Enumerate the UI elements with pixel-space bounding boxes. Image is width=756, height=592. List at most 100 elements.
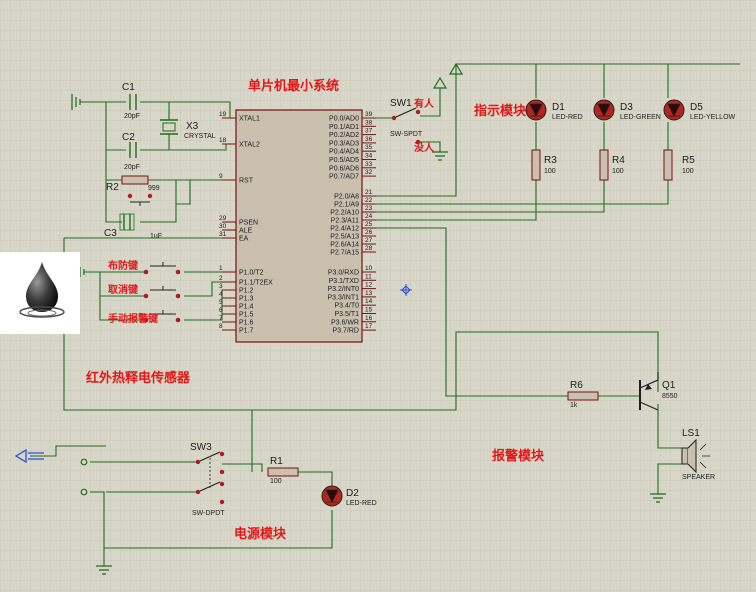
ls1-value: SPEAKER — [682, 474, 715, 481]
mcu-pin-number: 27 — [365, 237, 373, 244]
mcu-pin-name: P3.4/T0 — [334, 303, 359, 310]
mcu-pin-name: P0.5/AD5 — [329, 157, 359, 164]
mcu-pin-name: XTAL1 — [239, 116, 260, 123]
mcu-pin-number: 19 — [219, 111, 227, 118]
arm-button-label: 布防键 — [108, 259, 139, 272]
x3-ref: X3 — [186, 121, 199, 132]
mcu-pin-name: P0.2/AD2 — [329, 132, 359, 139]
mcu-pin-number: 23 — [365, 205, 373, 212]
mcu-pin-name: P2.5/A13 — [330, 234, 359, 241]
mcu-pin-name: P1.4 — [239, 304, 254, 311]
sw1-label-off: 没人 — [414, 141, 435, 154]
mcu-pin-name: XTAL2 — [239, 142, 260, 149]
mcu-pin-number: 9 — [219, 173, 223, 180]
mcu-pin-name: PSEN — [239, 220, 258, 227]
r5-ref: R5 — [682, 155, 695, 166]
mcu-pin-name: P1.7 — [239, 328, 254, 335]
mcu-pin-number: 16 — [365, 315, 373, 322]
mcu-pin-name: P0.6/AD6 — [329, 165, 359, 172]
r3-value: 100 — [544, 168, 556, 175]
title-indicator: 指示模块 — [474, 103, 527, 118]
mcu-pin-name: P2.3/A11 — [331, 218, 359, 225]
mcu-pin-name: RST — [239, 178, 254, 185]
mcu-pin-name: P3.5/T1 — [334, 311, 359, 318]
mcu-pin-name: P0.0/AD0 — [329, 116, 359, 123]
sw1-value: SW-SPDT — [390, 131, 423, 138]
c1-value: 20pF — [124, 113, 140, 120]
mcu-pin-number: 8 — [219, 323, 223, 330]
mcu-pin-number: 32 — [365, 169, 373, 176]
mcu-pin-name: P0.3/AD3 — [329, 140, 359, 147]
mcu-pin-number: 33 — [365, 161, 373, 168]
mcu-pin-number: 5 — [219, 299, 223, 306]
mcu-pin-name: P1.1/T2EX — [239, 280, 273, 287]
mcu-pin-number: 26 — [365, 229, 373, 236]
mcu-pin-name: P2.1/A9 — [334, 202, 359, 209]
mcu-pin-number: 22 — [365, 197, 373, 204]
mcu-pin-name: P2.0/A8 — [334, 194, 359, 201]
c3-value: 1uF — [150, 233, 162, 240]
mcu-pin-number: 2 — [219, 275, 223, 282]
r1-value: 100 — [270, 478, 282, 485]
mcu-pin-number: 38 — [365, 119, 373, 126]
mcu-pin-name: ALE — [239, 228, 253, 235]
mcu-right-pins: 39 P0.0/AD0 38 P0.1/AD1 37 P0.2/AD2 36 P0.3/AD3… — [327, 111, 376, 335]
mcu-pin-name: P3.6/WR — [331, 319, 359, 326]
title-alarm: 报警模块 — [492, 448, 545, 463]
mcu-pin-name: P0.7/AD7 — [329, 174, 359, 181]
mcu-pin-name: P2.6/A14 — [330, 242, 359, 249]
mcu-pin-name: P2.2/A10 — [330, 210, 359, 217]
d3-value: LED-GREEN — [620, 114, 661, 121]
r4-value: 100 — [612, 168, 624, 175]
mcu-pin-number: 37 — [365, 128, 373, 135]
sw3-value: SW-DPDT — [192, 510, 225, 517]
mcu-pin-number: 36 — [365, 136, 373, 143]
mcu-pin-name: P1.2 — [239, 288, 254, 295]
mcu-pin-name: P3.0/RXD — [328, 270, 359, 277]
q1-ref: Q1 — [662, 380, 676, 391]
mcu-pin-number: 3 — [219, 283, 223, 290]
r6-ref: R6 — [570, 380, 583, 391]
mcu-pin-number: 24 — [365, 213, 373, 220]
mcu-pin-name: P2.7/A15 — [330, 250, 359, 257]
mcu-pin-number: 35 — [365, 144, 373, 151]
sw1-ref: SW1 — [390, 98, 412, 109]
mcu-pin-number: 25 — [365, 221, 373, 228]
mcu-pin-number: 21 — [365, 189, 373, 196]
mcu-pin-number: 4 — [219, 291, 223, 298]
mcu-pin-number: 13 — [365, 290, 373, 297]
d2-value: LED-RED — [346, 500, 377, 507]
mcu-pin-name: P1.3 — [239, 296, 254, 303]
r5-value: 100 — [682, 168, 694, 175]
mcu-pin-number: 15 — [365, 307, 373, 314]
mcu-pin-name: P3.3/INT1 — [327, 294, 359, 301]
d2-ref: D2 — [346, 488, 359, 499]
sw3-ref: SW3 — [190, 442, 212, 453]
mcu-pin-number: 17 — [365, 323, 373, 330]
mcu-pin-number: 39 — [365, 111, 373, 118]
r6-value: 1k — [570, 402, 578, 409]
mcu-pin-number: 11 — [365, 273, 372, 280]
r1-ref: R1 — [270, 456, 283, 467]
mcu-pin-name: P0.1/AD1 — [329, 124, 359, 131]
mcu-pin-name: P3.1/TXD — [329, 278, 359, 285]
c2-value: 20pF — [124, 164, 140, 171]
title-power: 电源模块 — [234, 526, 287, 541]
mcu-chip[interactable]: 19 XTAL1 18 XTAL2 9 RST 29 PSEN 30 ALE 31 EA 1 P1.0/T… — [219, 109, 376, 343]
x3-value: CRYSTAL — [184, 133, 216, 140]
disarm-button-label: 取消键 — [108, 283, 139, 296]
schematic-canvas[interactable]: 19 XTAL1 18 XTAL2 9 RST 29 PSEN 30 ALE 31 EA 1 P1.0/T… — [0, 0, 756, 592]
mcu-pin-number: 18 — [219, 137, 227, 144]
mcu-pin-number: 10 — [365, 265, 373, 272]
d5-value: LED-YELLOW — [690, 114, 736, 121]
r2-value: 999 — [148, 185, 160, 192]
pir-sensor[interactable] — [0, 252, 80, 334]
manual-alarm-button-label: 手动报警键 — [108, 312, 159, 325]
c3-ref: C3 — [104, 228, 117, 239]
mcu-pin-number: 30 — [219, 223, 227, 230]
mcu-pin-name: P0.4/AD4 — [329, 149, 359, 156]
d1-value: LED-RED — [552, 114, 583, 121]
mcu-pin-number: 28 — [365, 245, 373, 252]
title-mcu-system: 单片机最小系统 — [248, 78, 339, 93]
sw1-label-on: 有人 — [414, 97, 435, 110]
